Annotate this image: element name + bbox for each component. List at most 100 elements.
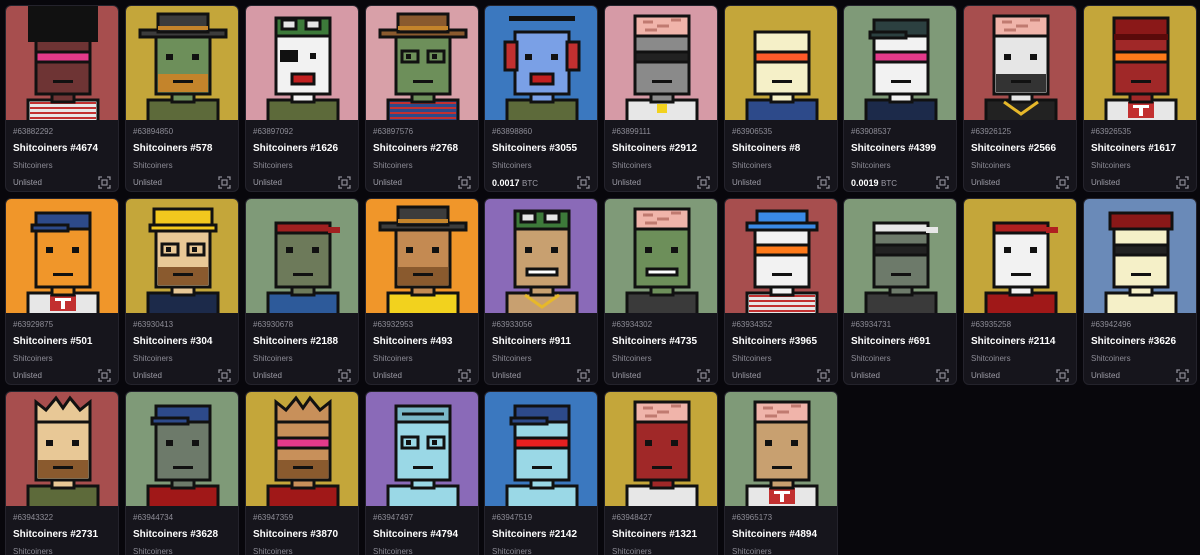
inscription-card[interactable]: #63894850 Shitcoiners #578 Shitcoiners Unli… (125, 5, 239, 192)
item-name[interactable]: Shitcoiners #304 (133, 336, 212, 347)
expand-icon[interactable] (1176, 176, 1189, 189)
nft-image[interactable] (725, 199, 837, 313)
nft-image[interactable] (366, 6, 478, 120)
item-name[interactable]: Shitcoiners #1626 (253, 143, 338, 154)
inscription-card[interactable]: #63932953 Shitcoiners #493 Shitcoiners Unli… (365, 198, 479, 385)
nft-image[interactable] (844, 199, 956, 313)
expand-icon[interactable] (577, 176, 590, 189)
inscription-card[interactable]: #63947359 Shitcoiners #3870 Shitcoiners (245, 391, 359, 555)
item-name[interactable]: Shitcoiners #501 (13, 336, 92, 347)
expand-icon[interactable] (697, 176, 710, 189)
nft-image[interactable] (6, 199, 118, 313)
nft-image[interactable] (485, 199, 597, 313)
expand-icon[interactable] (218, 176, 231, 189)
expand-icon[interactable] (98, 176, 111, 189)
item-name[interactable]: Shitcoiners #3626 (1091, 336, 1176, 347)
nft-image[interactable] (366, 392, 478, 506)
item-name[interactable]: Shitcoiners #2768 (373, 143, 458, 154)
inscription-card[interactable]: #63934352 Shitcoiners #3965 Shitcoiners Unl… (724, 198, 838, 385)
nft-image[interactable] (1084, 6, 1196, 120)
inscription-card[interactable]: #63899111 Shitcoiners #2912 Shitcoiners Unl… (604, 5, 718, 192)
inscription-card[interactable]: #63897092 Shitcoiners #1626 Shitcoiners Unl… (245, 5, 359, 192)
item-name[interactable]: Shitcoiners #691 (851, 336, 930, 347)
nft-image[interactable] (1084, 199, 1196, 313)
inscription-card[interactable]: #63882292 Shitcoiners #4674 Shitcoiners Unl… (5, 5, 119, 192)
expand-icon[interactable] (338, 176, 351, 189)
item-name[interactable]: Shitcoiners #911 (492, 336, 571, 347)
expand-icon[interactable] (218, 369, 231, 382)
expand-icon[interactable] (936, 176, 949, 189)
nft-image[interactable] (964, 6, 1076, 120)
nft-image[interactable] (6, 392, 118, 506)
inscription-card[interactable]: #63933056 Shitcoiners #911 Shitcoiners Unli… (484, 198, 598, 385)
item-name[interactable]: Shitcoiners #1617 (1091, 143, 1176, 154)
nft-image[interactable] (126, 6, 238, 120)
item-name[interactable]: Shitcoiners #3870 (253, 529, 338, 540)
expand-icon[interactable] (817, 369, 830, 382)
inscription-card[interactable]: #63947519 Shitcoiners #2142 Shitcoiners (484, 391, 598, 555)
inscription-card[interactable]: #63908537 Shitcoiners #4399 Shitcoiners 0.0… (843, 5, 957, 192)
expand-icon[interactable] (1176, 369, 1189, 382)
nft-image[interactable] (725, 392, 837, 506)
item-name[interactable]: Shitcoiners #4399 (851, 143, 936, 154)
inscription-card[interactable]: #63947497 Shitcoiners #4794 Shitcoiners (365, 391, 479, 555)
nft-image[interactable] (605, 6, 717, 120)
expand-icon[interactable] (936, 369, 949, 382)
nft-image[interactable] (246, 392, 358, 506)
item-name[interactable]: Shitcoiners #3965 (732, 336, 817, 347)
inscription-card[interactable]: #63935258 Shitcoiners #2114 Shitcoiners Unl… (963, 198, 1077, 385)
expand-icon[interactable] (98, 369, 111, 382)
inscription-card[interactable]: #63930678 Shitcoiners #2188 Shitcoiners Unl… (245, 198, 359, 385)
inscription-card[interactable]: #63898860 Shitcoiners #3055 Shitcoiners 0.0… (484, 5, 598, 192)
nft-image[interactable] (6, 6, 118, 120)
item-name[interactable]: Shitcoiners #2912 (612, 143, 697, 154)
expand-icon[interactable] (1056, 369, 1069, 382)
expand-icon[interactable] (697, 369, 710, 382)
inscription-card[interactable]: #63948427 Shitcoiners #1321 Shitcoiners (604, 391, 718, 555)
item-name[interactable]: Shitcoiners #3628 (133, 529, 218, 540)
nft-image[interactable] (964, 199, 1076, 313)
inscription-card[interactable]: #63906535 Shitcoiners #8 Shitcoiners Unlist… (724, 5, 838, 192)
inscription-card[interactable]: #63926535 Shitcoiners #1617 Shitcoiners Unl… (1083, 5, 1197, 192)
item-name[interactable]: Shitcoiners #493 (373, 336, 452, 347)
item-name[interactable]: Shitcoiners #4735 (612, 336, 697, 347)
nft-image[interactable] (485, 392, 597, 506)
nft-image[interactable] (246, 6, 358, 120)
item-name[interactable]: Shitcoiners #2114 (971, 336, 1056, 347)
inscription-card[interactable]: #63926125 Shitcoiners #2566 Shitcoiners Unl… (963, 5, 1077, 192)
inscription-card[interactable]: #63943322 Shitcoiners #2731 Shitcoiners (5, 391, 119, 555)
nft-image[interactable] (485, 6, 597, 120)
item-name[interactable]: Shitcoiners #2142 (492, 529, 577, 540)
nft-image[interactable] (605, 199, 717, 313)
item-name[interactable]: Shitcoiners #578 (133, 143, 212, 154)
item-name[interactable]: Shitcoiners #1321 (612, 529, 697, 540)
nft-image[interactable] (246, 199, 358, 313)
nft-image[interactable] (126, 392, 238, 506)
nft-image[interactable] (725, 6, 837, 120)
nft-image[interactable] (126, 199, 238, 313)
expand-icon[interactable] (1056, 176, 1069, 189)
item-name[interactable]: Shitcoiners #8 (732, 143, 800, 154)
item-name[interactable]: Shitcoiners #2188 (253, 336, 338, 347)
inscription-card[interactable]: #63897576 Shitcoiners #2768 Shitcoiners Unl… (365, 5, 479, 192)
item-name[interactable]: Shitcoiners #4674 (13, 143, 98, 154)
inscription-card[interactable]: #63930413 Shitcoiners #304 Shitcoiners Unli… (125, 198, 239, 385)
expand-icon[interactable] (338, 369, 351, 382)
inscription-card[interactable]: #63929875 Shitcoiners #501 Shitcoiners Unli… (5, 198, 119, 385)
inscription-card[interactable]: #63934731 Shitcoiners #691 Shitcoiners Unli… (843, 198, 957, 385)
nft-image[interactable] (366, 199, 478, 313)
item-name[interactable]: Shitcoiners #4894 (732, 529, 817, 540)
expand-icon[interactable] (817, 176, 830, 189)
inscription-card[interactable]: #63934302 Shitcoiners #4735 Shitcoiners Unl… (604, 198, 718, 385)
item-name[interactable]: Shitcoiners #3055 (492, 143, 577, 154)
expand-icon[interactable] (458, 369, 471, 382)
inscription-card[interactable]: #63942496 Shitcoiners #3626 Shitcoiners Unl… (1083, 198, 1197, 385)
inscription-card[interactable]: #63944734 Shitcoiners #3628 Shitcoiners (125, 391, 239, 555)
item-name[interactable]: Shitcoiners #2566 (971, 143, 1056, 154)
inscription-card[interactable]: #63965173 Shitcoiners #4894 Shitcoiners (724, 391, 838, 555)
item-name[interactable]: Shitcoiners #2731 (13, 529, 98, 540)
expand-icon[interactable] (458, 176, 471, 189)
nft-image[interactable] (605, 392, 717, 506)
item-name[interactable]: Shitcoiners #4794 (373, 529, 458, 540)
nft-image[interactable] (844, 6, 956, 120)
